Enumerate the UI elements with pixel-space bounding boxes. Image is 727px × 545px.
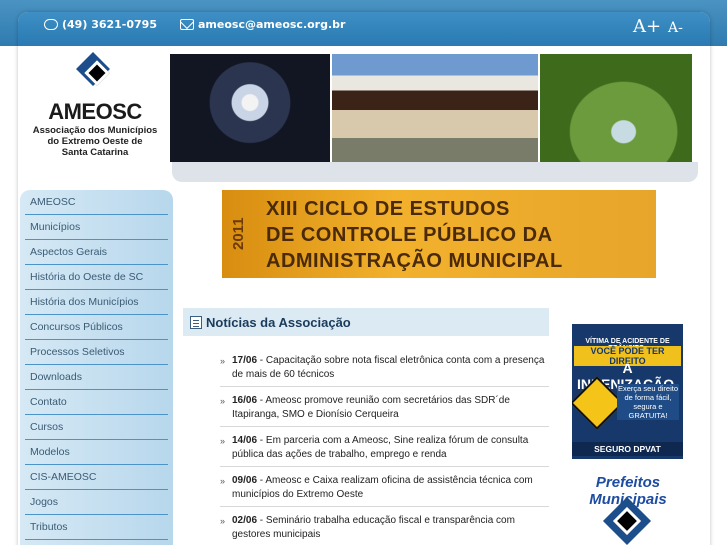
nav-item-jogos[interactable]: Jogos [25, 490, 168, 515]
news-list: » 17/06 - Capacitação sobre nota fiscal … [220, 350, 549, 545]
news-date: 09/06 [232, 475, 258, 486]
nav-item-ameosc[interactable]: AMEOSC [25, 190, 168, 215]
mail-icon [180, 19, 194, 30]
photo-strip-shadow [172, 162, 698, 182]
document-icon [190, 315, 202, 329]
news-item[interactable]: » 09/06 - Ameosc e Caixa realizam oficin… [220, 470, 549, 507]
banner-line: ADMINISTRAÇÃO MUNICIPAL [266, 250, 563, 272]
nav-item-cursos[interactable]: Cursos [25, 415, 168, 440]
news-item-text[interactable]: 16/06 - Ameosc promove reunião com secre… [232, 394, 549, 422]
nav-item-concursos[interactable]: Concursos Públicos [25, 315, 168, 340]
news-section-header: Notícias da Associação [183, 308, 549, 336]
news-item[interactable]: » 16/06 - Ameosc promove reunião com sec… [220, 390, 549, 427]
news-item-text[interactable]: 09/06 - Ameosc e Caixa realizam oficina … [232, 474, 549, 502]
nav-item-cis-ameosc[interactable]: CIS-AMEOSC [25, 465, 168, 490]
site-logo[interactable]: AMEOSC Associação dos Municípios do Extr… [30, 52, 160, 158]
double-chevron-icon: » [220, 436, 226, 446]
photo-landscape [540, 54, 692, 162]
double-chevron-icon: » [220, 476, 226, 486]
news-section-title: Notícias da Associação [206, 314, 351, 330]
photo-chalet [332, 54, 538, 162]
dpvat-ad-body: Exerça seu direito de forma fácil, segur… [617, 384, 679, 420]
nav-item-contato[interactable]: Contato [25, 390, 168, 415]
nav-item-historia-oeste[interactable]: História do Oeste de SC [25, 265, 168, 290]
news-date: 14/06 [232, 435, 258, 446]
dpvat-ad-footer: SEGURO DPVAT [572, 442, 683, 456]
news-item[interactable]: » 02/06 - Seminário trabalha educação fi… [220, 510, 549, 545]
logo-mark-icon [71, 52, 119, 95]
email-address[interactable]: ameosc@ameosc.org.br [198, 18, 345, 31]
banner-line: XIII CICLO DE ESTUDOS [266, 198, 510, 220]
news-headline[interactable]: - Ameosc e Caixa realizam oficina de ass… [232, 475, 533, 500]
header-photos [170, 54, 692, 162]
news-item-text[interactable]: 02/06 - Seminário trabalha educação fisc… [232, 514, 549, 542]
news-date: 17/06 [232, 355, 258, 366]
photo-night-building [170, 54, 330, 162]
news-headline[interactable]: - Seminário trabalha educação fiscal e t… [232, 515, 515, 540]
news-headline[interactable]: - Em parceria com a Ameosc, Sine realiza… [232, 435, 528, 460]
news-headline[interactable]: - Ameosc promove reunião com secretários… [232, 395, 510, 420]
font-increase-button[interactable]: A+ [633, 16, 661, 37]
nav-item-processos-seletivos[interactable]: Processos Seletivos [25, 340, 168, 365]
dpvat-ad-banner[interactable]: VÍTIMA DE ACIDENTE DE TRÂNSITO: VOCÊ POD… [572, 324, 683, 459]
news-date: 02/06 [232, 515, 258, 526]
double-chevron-icon: » [220, 396, 226, 406]
nav-item-downloads[interactable]: Downloads [25, 365, 168, 390]
news-item-text[interactable]: 14/06 - Em parceria com a Ameosc, Sine r… [232, 434, 549, 462]
banner-year: 2011 [230, 217, 247, 251]
nav-item-modelos[interactable]: Modelos [25, 440, 168, 465]
double-chevron-icon: » [220, 516, 226, 526]
news-item[interactable]: » 17/06 - Capacitação sobre nota fiscal … [220, 350, 549, 387]
news-item-text[interactable]: 17/06 - Capacitação sobre nota fiscal el… [232, 354, 549, 382]
news-item[interactable]: » 14/06 - Em parceria com a Ameosc, Sine… [220, 430, 549, 467]
news-headline[interactable]: - Capacitação sobre nota fiscal eletrôni… [232, 355, 544, 380]
logo-subtitle-line: Santa Catarina [61, 147, 129, 158]
banner-line: DE CONTROLE PÚBLICO DA [266, 224, 553, 246]
double-chevron-icon: » [220, 356, 226, 366]
phone-number: (49) 3621-0795 [62, 18, 157, 31]
logo-name: AMEOSC [48, 99, 142, 124]
sidebar-nav: AMEOSC Municípios Aspectos Gerais Histór… [20, 190, 173, 545]
nav-item-aspectos-gerais[interactable]: Aspectos Gerais [25, 240, 168, 265]
nav-item-municipios[interactable]: Municípios [25, 215, 168, 240]
email-contact[interactable]: ameosc@ameosc.org.br [180, 18, 345, 31]
nav-item-tributos[interactable]: Tributos [25, 515, 168, 540]
logo-subtitle-line: do Extremo Oeste de [47, 136, 143, 147]
prefeitos-ad-banner[interactable]: Prefeitos Municipais [572, 472, 684, 545]
event-banner[interactable]: 2011 XIII CICLO DE ESTUDOS DE CONTROLE P… [222, 190, 656, 278]
phone-icon [44, 19, 58, 30]
font-decrease-button[interactable]: A- [668, 20, 683, 36]
nav-item-historia-municipios[interactable]: História dos Municípios [25, 290, 168, 315]
phone-contact: (49) 3621-0795 [44, 18, 157, 31]
news-date: 16/06 [232, 395, 258, 406]
logo-subtitle-line: Associação dos Municípios [32, 125, 158, 136]
